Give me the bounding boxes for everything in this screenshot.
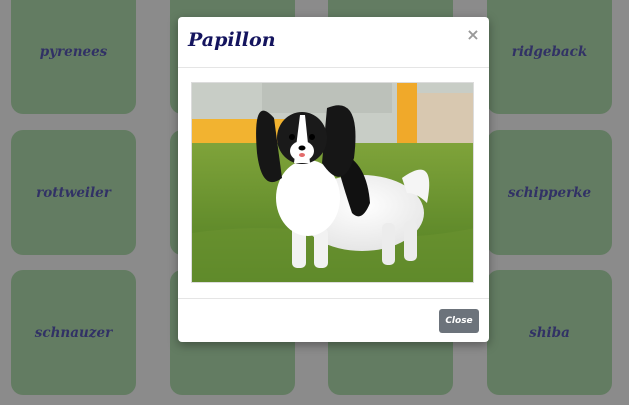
modal-title: Papillon: [188, 29, 276, 51]
modal-body: [178, 68, 489, 298]
modal-header: Papillon ×: [178, 17, 489, 68]
modal-footer: Close: [178, 298, 489, 343]
close-button[interactable]: Close: [439, 309, 479, 333]
breed-modal: Papillon × Close: [178, 17, 489, 342]
close-icon[interactable]: ×: [466, 26, 480, 44]
dog-photo: [191, 82, 474, 283]
